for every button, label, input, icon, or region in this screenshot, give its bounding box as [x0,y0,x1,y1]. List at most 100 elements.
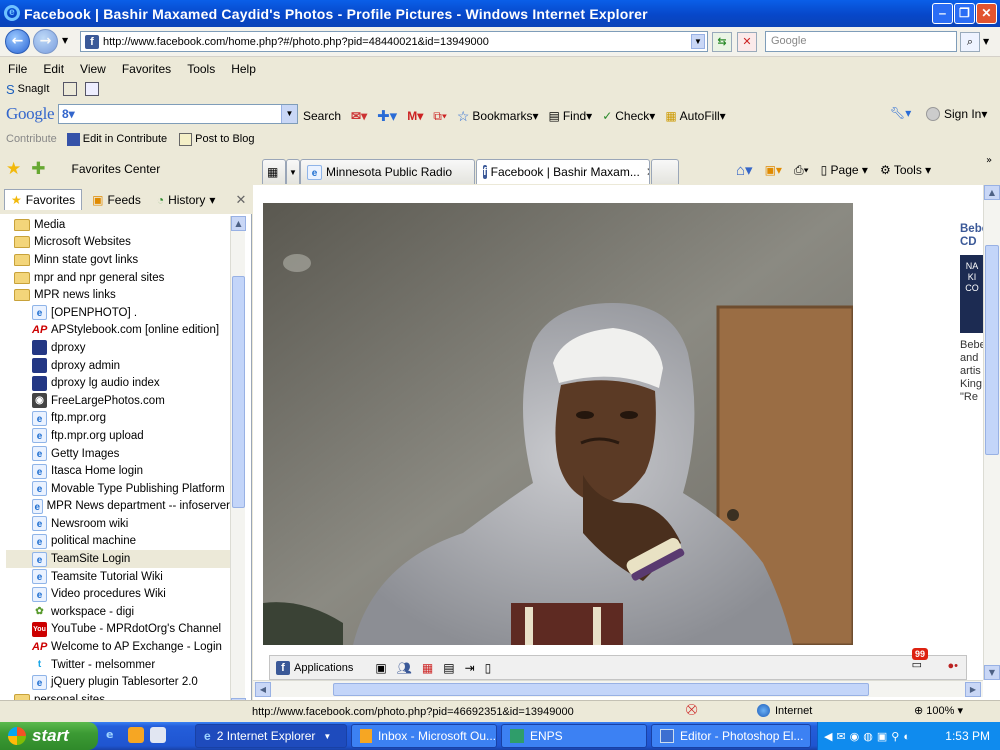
page-horizontal-scrollbar[interactable]: ◀ ▶ [253,680,983,697]
favorites-link[interactable]: e jQuery plugin Tablesorter 2.0 [6,673,230,691]
tab-favorites[interactable]: ★ Favorites [4,189,83,210]
tab-history[interactable]: ◔ History ▾ [151,190,222,210]
favorites-link[interactable]: dproxy lg audio index [6,374,230,392]
security-icon[interactable]: ⛒ [686,704,697,717]
close-window-button[interactable]: ✕ [976,3,997,24]
feeds-icon[interactable]: ▣▾ [765,163,782,177]
taskbar-outlook[interactable]: Inbox - Microsoft Ou... [351,724,497,748]
new-tab-button[interactable] [651,159,679,184]
nav-dropdown-icon[interactable]: ▼ [62,36,68,45]
address-bar[interactable]: f http://www.facebook.com/home.php?#/pho… [80,31,708,52]
forward-button[interactable]: → [33,29,58,54]
page-vertical-scrollbar[interactable]: ▲ ▼ [983,185,1000,680]
favorites-link[interactable]: ◉ FreeLargePhotos.com [6,392,230,410]
favorites-star-icon[interactable]: ★ [6,159,21,179]
tab-minnesota-public-radio[interactable]: e Minnesota Public Radio [300,159,475,184]
refresh-icon[interactable]: ⇆ [712,32,732,52]
favorites-folder[interactable]: MPR news links [6,286,230,304]
online-friends-icon[interactable]: ●• [948,660,959,672]
favorites-link[interactable]: e Video procedures Wiki [6,585,230,603]
taskbar-enps[interactable]: ENPS [501,724,647,748]
maximize-button[interactable]: ❐ [954,3,975,24]
wrench-icon[interactable]: 🔧︎▾ [890,106,911,120]
snagit-capture-icon[interactable] [63,82,78,96]
photos-icon[interactable]: ▣ [375,661,386,675]
favorites-folder[interactable]: mpr and npr general sites [6,269,230,287]
friends-icon[interactable]: 👥︎ [397,661,412,675]
favorites-link[interactable]: e ftp.mpr.org [6,410,230,428]
edit-in-contribute-button[interactable]: Edit in Contribute [83,133,167,145]
close-sidebar-icon[interactable]: ✕ [235,192,246,208]
search-input[interactable]: Google [765,31,957,52]
applications-button[interactable]: Applications [294,662,353,674]
page-menu[interactable]: ▯ Page ▾ [821,163,868,177]
quicklaunch-app-icon[interactable] [150,727,166,743]
google-dropdown-icon[interactable]: ▼ [281,105,297,123]
stop-icon[interactable]: ✕ [737,32,757,52]
taskbar-internet-explorer[interactable]: e 2 Internet Explorer ▼ [195,724,347,748]
favorites-link[interactable]: e Movable Type Publishing Platform [6,480,230,498]
tab-list-icon[interactable]: ▼ [286,159,300,184]
zoom-control[interactable]: ⊕ 100% ▾ [914,704,963,717]
calendar-icon[interactable]: ▦ [422,661,433,675]
clock[interactable]: 1:53 PM [945,729,990,743]
gmail-icon[interactable]: M▾ [407,109,423,123]
favorites-center-label[interactable]: Favorites Center [72,162,161,176]
taskbar-photoshop[interactable]: Editor - Photoshop El... [651,724,811,748]
scroll-left-icon[interactable]: ◀ [255,682,271,697]
print-icon[interactable]: ⎙▾ [794,163,809,178]
search-options-icon[interactable]: ▼ [983,37,989,46]
home-icon[interactable]: ⌂▾ [736,161,753,179]
favorites-link[interactable]: t Twitter - melsommer [6,656,230,674]
menu-favorites[interactable]: Favorites [114,62,179,76]
close-tab-icon[interactable]: ✕ [646,165,649,179]
minimize-button[interactable]: ‒ [932,3,953,24]
popup-blocker-icon[interactable]: ⧉▾ [433,109,447,124]
favorites-folder[interactable]: Minn state govt links [6,251,230,269]
menu-help[interactable]: Help [223,62,264,76]
favorites-link[interactable]: e Teamsite Tutorial Wiki [6,568,230,586]
find-button[interactable]: ▤ Find ▾ [548,109,592,123]
add-favorite-icon[interactable]: ✚ [31,159,45,179]
favorites-link[interactable]: e political machine [6,533,230,551]
quicklaunch-outlook-icon[interactable] [128,727,144,743]
back-button[interactable]: ← [5,29,30,54]
favorites-link[interactable]: AP APStylebook.com [online edition] [6,322,230,340]
window-titlebar[interactable]: e Facebook | Bashir Maxamed Caydid's Pho… [0,0,1000,27]
menu-view[interactable]: View [72,62,114,76]
favorites-link[interactable]: AP Welcome to AP Exchange - Login [6,638,230,656]
links-icon[interactable]: ⇥ [465,661,475,675]
sidebar-scrollbar[interactable]: ▲ ▼ [230,216,246,713]
favorites-link[interactable]: e TeamSite Login [6,550,230,568]
favorites-link[interactable]: e Getty Images [6,445,230,463]
menu-edit[interactable]: Edit [35,62,72,76]
google-search-button[interactable]: Search [303,109,341,123]
autofill-button[interactable]: ▦ AutoFill ▾ [665,109,725,123]
tools-menu[interactable]: ⚙ Tools ▾ [880,163,931,177]
favorites-folder[interactable]: Microsoft Websites [6,234,230,252]
check-button[interactable]: ✓ Check ▾ [602,109,655,123]
snagit-web-icon[interactable] [85,82,100,96]
add-icon[interactable]: ✚▾ [377,107,397,125]
page-blank-icon[interactable]: ▯ [485,661,492,675]
favorites-folder[interactable]: Media [6,216,230,234]
scroll-thumb[interactable] [333,683,869,696]
ad-image[interactable]: NA KI CO [960,255,984,333]
quick-tabs-icon[interactable]: ▦ [262,159,286,184]
favorites-link[interactable]: e Itasca Home login [6,462,230,480]
start-button[interactable]: start [0,722,98,750]
profile-photo[interactable] [263,203,853,645]
sign-in-button[interactable]: Sign In ▾ [926,107,987,121]
favorites-link[interactable]: e MPR News department -- infoserver [6,498,230,516]
scroll-thumb[interactable] [985,245,999,455]
favorites-link[interactable]: dproxy admin [6,357,230,375]
scroll-right-icon[interactable]: ▶ [965,682,981,697]
scroll-up-icon[interactable]: ▲ [231,216,246,231]
favorites-link[interactable]: ✿ workspace - digi [6,603,230,621]
bookmarks-button[interactable]: ☆ Bookmarks ▾ [457,108,539,125]
tab-feeds[interactable]: ▣ Feeds [86,190,147,210]
favorites-link[interactable]: e ftp.mpr.org upload [6,427,230,445]
google-search-input[interactable]: 8▾ ▼ [58,104,298,124]
snagit-button[interactable]: SnagIt [18,83,50,95]
chevron-more-icon[interactable]: » [986,155,992,166]
